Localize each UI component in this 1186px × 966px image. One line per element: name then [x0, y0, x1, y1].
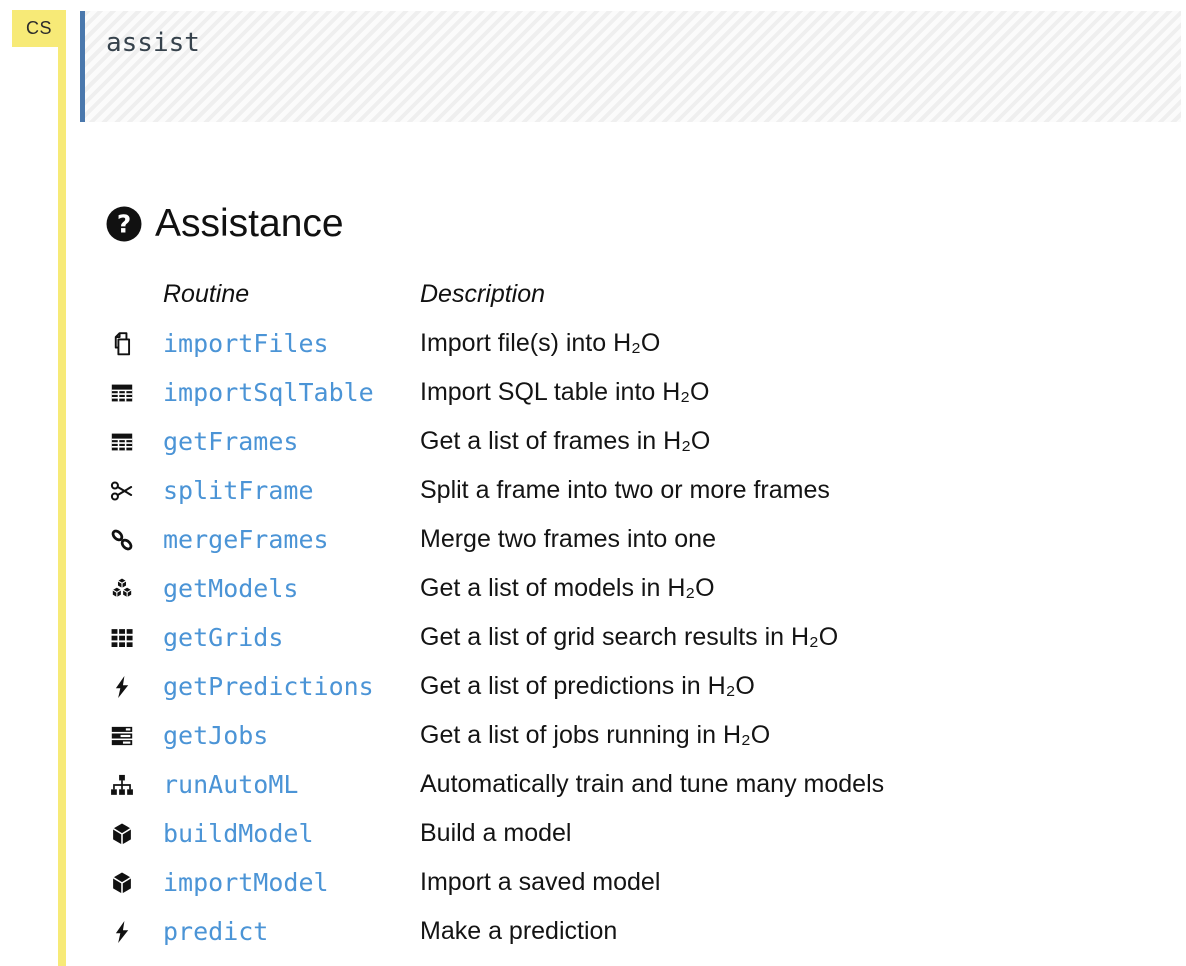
routine-link-runAutoML[interactable]: runAutoML: [163, 770, 420, 799]
routine-link-getPredictions[interactable]: getPredictions: [163, 672, 420, 701]
routines-table: Routine Description importFiles Import f…: [105, 270, 1085, 956]
table-row: importFiles Import file(s) into H₂O: [105, 319, 1085, 368]
table-row: getJobs Get a list of jobs running in H₂…: [105, 711, 1085, 760]
cube-icon: [105, 822, 163, 846]
cell-type-label: CS: [25, 18, 52, 38]
column-header-description: Description: [420, 280, 546, 308]
routine-link-predict[interactable]: predict: [163, 917, 420, 946]
routine-link-splitFrame[interactable]: splitFrame: [163, 476, 420, 505]
routine-description: Get a list of models in H₂O: [420, 574, 715, 602]
routine-link-mergeFrames[interactable]: mergeFrames: [163, 525, 420, 554]
table-header-row: Routine Description: [105, 270, 1085, 319]
routine-description: Automatically train and tune many models: [420, 770, 885, 798]
tasks-icon: [105, 724, 163, 748]
files-icon: [105, 332, 163, 356]
routine-description: Make a prediction: [420, 917, 618, 945]
bolt-icon: [105, 675, 163, 699]
routine-link-getFrames[interactable]: getFrames: [163, 427, 420, 456]
routine-description: Get a list of predictions in H₂O: [420, 672, 755, 700]
table-row: buildModel Build a model: [105, 809, 1085, 858]
table-row: getModels Get a list of models in H₂O: [105, 564, 1085, 613]
cube-icon: [105, 871, 163, 895]
cell-selection-strip: [58, 10, 66, 966]
code-cell[interactable]: assist: [80, 11, 1181, 122]
table-row: getGrids Get a list of grid search resul…: [105, 613, 1085, 662]
column-header-routine: Routine: [163, 280, 250, 308]
table-row: getFrames Get a list of frames in H₂O: [105, 417, 1085, 466]
table-row: getPredictions Get a list of predictions…: [105, 662, 1085, 711]
link-icon: [105, 528, 163, 552]
table-row: mergeFrames Merge two frames into one: [105, 515, 1085, 564]
routine-link-importFiles[interactable]: importFiles: [163, 329, 420, 358]
routine-link-importSqlTable[interactable]: importSqlTable: [163, 378, 420, 407]
routine-description: Get a list of grid search results in H₂O: [420, 623, 839, 651]
table-icon: [105, 430, 163, 454]
grid-icon: [105, 626, 163, 650]
routine-description: Import file(s) into H₂O: [420, 329, 661, 357]
assistance-heading: Assistance: [105, 202, 344, 246]
routine-link-importModel[interactable]: importModel: [163, 868, 420, 897]
question-circle-icon: [105, 205, 143, 243]
routine-description: Merge two frames into one: [420, 525, 716, 553]
table-row: importSqlTable Import SQL table into H₂O: [105, 368, 1085, 417]
scissors-icon: [105, 479, 163, 503]
routine-link-getJobs[interactable]: getJobs: [163, 721, 420, 750]
routine-description: Get a list of frames in H₂O: [420, 427, 711, 455]
cubes-icon: [105, 577, 163, 601]
routine-description: Split a frame into two or more frames: [420, 476, 830, 504]
routine-description: Import SQL table into H₂O: [420, 378, 710, 406]
routine-link-buildModel[interactable]: buildModel: [163, 819, 420, 848]
routine-description: Get a list of jobs running in H₂O: [420, 721, 771, 749]
code-input[interactable]: assist: [106, 28, 200, 58]
routine-description: Import a saved model: [420, 868, 661, 896]
assistance-title: Assistance: [155, 202, 344, 245]
bolt-icon: [105, 920, 163, 944]
routine-description: Build a model: [420, 819, 572, 847]
routine-link-getGrids[interactable]: getGrids: [163, 623, 420, 652]
table-row: runAutoML Automatically train and tune m…: [105, 760, 1085, 809]
table-row: splitFrame Split a frame into two or mor…: [105, 466, 1085, 515]
sitemap-icon: [105, 773, 163, 797]
table-row: importModel Import a saved model: [105, 858, 1085, 907]
table-row: predict Make a prediction: [105, 907, 1085, 956]
routine-link-getModels[interactable]: getModels: [163, 574, 420, 603]
table-icon: [105, 381, 163, 405]
